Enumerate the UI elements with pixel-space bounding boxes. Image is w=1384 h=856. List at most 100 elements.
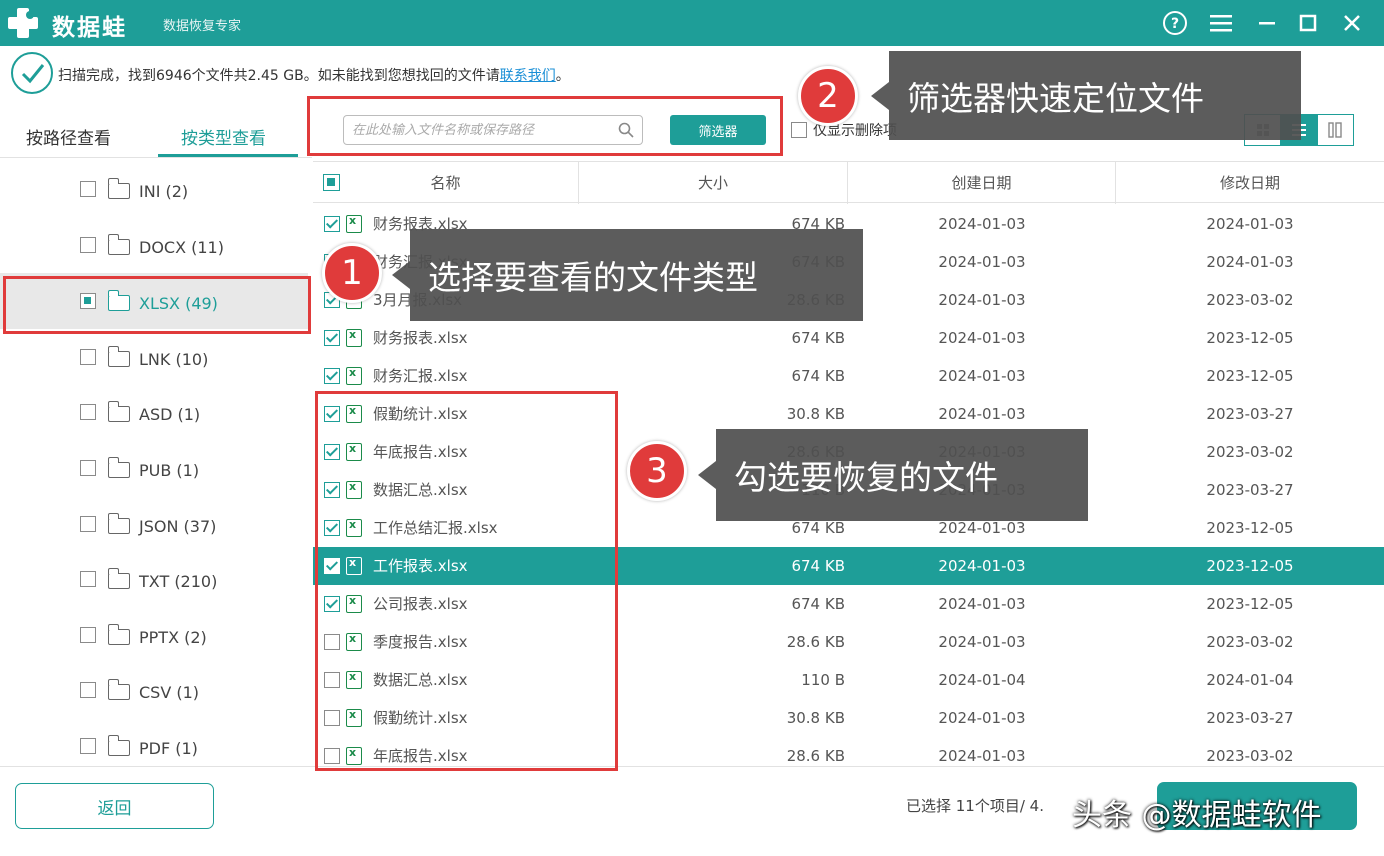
row-checkbox[interactable] [324,482,340,498]
contact-us-link[interactable]: 联系我们 [500,68,556,84]
maximize-icon[interactable] [1294,9,1322,37]
file-name: 财务汇报.xlsx [373,367,468,385]
file-type-label: PUB (1) [139,461,200,480]
file-type-item[interactable]: ASD (1) [0,384,308,440]
file-size: 30.8 KB [786,709,845,727]
file-type-checkbox[interactable] [80,682,96,698]
tab-by-path[interactable]: 按路径查看 [26,124,111,149]
file-type-label: PDF (1) [139,739,198,758]
column-name[interactable]: 名称 [313,162,579,204]
svg-text:?: ? [1171,16,1179,32]
folder-icon [107,568,130,589]
file-type-item[interactable]: CSV (1) [0,662,308,718]
file-type-item-selected[interactable]: XLSX (49) [0,273,308,329]
file-created-date: 2024-01-03 [938,747,1026,765]
file-modified-date: 2023-03-02 [1206,291,1294,309]
file-type-item[interactable]: PUB (1) [0,440,308,496]
file-type-item[interactable]: INI (2) [0,161,308,217]
file-modified-date: 2023-12-05 [1206,595,1294,613]
detail-view-icon[interactable] [1318,115,1353,145]
table-row[interactable]: 财务汇报.xlsx 674 KB 2024-01-03 2023-12-05 [313,357,1384,395]
file-created-date: 2024-01-03 [938,253,1026,271]
column-modified[interactable]: 修改日期 [1116,162,1384,204]
row-checkbox[interactable] [324,672,340,688]
file-type-item[interactable]: DOCX (11) [0,217,308,273]
recover-button[interactable] [1157,782,1357,830]
table-row[interactable]: 财务报表.xlsx 674 KB 2024-01-03 2023-12-05 [313,319,1384,357]
row-checkbox[interactable] [324,520,340,536]
file-modified-date: 2023-12-05 [1206,329,1294,347]
close-icon[interactable] [1338,9,1366,37]
row-checkbox[interactable] [324,368,340,384]
file-type-checkbox[interactable] [80,349,96,365]
only-deleted-checkbox[interactable] [791,122,807,138]
select-all-checkbox[interactable] [323,174,340,191]
file-created-date: 2024-01-03 [938,709,1026,727]
minimize-icon[interactable] [1253,9,1281,37]
file-size: 674 KB [791,367,845,385]
row-checkbox[interactable] [324,558,340,574]
folder-icon [107,735,130,756]
excel-file-icon [346,670,362,689]
row-checkbox[interactable] [324,748,340,764]
table-row[interactable]: 假勤统计.xlsx 30.8 KB 2024-01-03 2023-03-27 [313,699,1384,737]
file-type-checkbox[interactable] [80,627,96,643]
column-created[interactable]: 创建日期 [848,162,1116,204]
column-size[interactable]: 大小 [579,162,848,204]
file-created-date: 2024-01-03 [938,367,1026,385]
file-type-checkbox[interactable] [80,460,96,476]
tab-by-type[interactable]: 按类型查看 [181,124,266,149]
file-modified-date: 2024-01-03 [1206,215,1294,233]
file-modified-date: 2023-12-05 [1206,519,1294,537]
file-type-checkbox[interactable] [80,404,96,420]
help-icon[interactable]: ? [1161,9,1189,37]
table-row[interactable]: 公司报表.xlsx 674 KB 2024-01-03 2023-12-05 [313,585,1384,623]
file-type-item[interactable]: TXT (210) [0,551,308,607]
row-checkbox[interactable] [324,406,340,422]
file-type-label: TXT (210) [139,572,218,591]
excel-file-icon [346,708,362,727]
file-type-checkbox[interactable] [80,181,96,197]
row-checkbox[interactable] [324,330,340,346]
table-row[interactable]: 年底报告.xlsx 28.6 KB 2024-01-03 2023-03-02 [313,737,1384,775]
search-input[interactable] [352,120,612,140]
excel-file-icon [346,442,362,461]
filter-button[interactable]: 筛选器 [670,115,766,145]
column-name-label: 名称 [430,174,461,192]
row-checkbox[interactable] [324,634,340,650]
file-size: 674 KB [791,557,845,575]
excel-file-icon [346,366,362,385]
menu-icon[interactable] [1207,9,1235,37]
row-checkbox[interactable] [324,444,340,460]
excel-file-icon [346,746,362,765]
table-row[interactable]: 数据汇总.xlsx 110 B 2024-01-04 2024-01-04 [313,661,1384,699]
table-row[interactable]: 假勤统计.xlsx 30.8 KB 2024-01-03 2023-03-27 [313,395,1384,433]
search-box [343,115,643,145]
table-row[interactable]: 季度报告.xlsx 28.6 KB 2024-01-03 2023-03-02 [313,623,1384,661]
row-checkbox[interactable] [324,710,340,726]
file-type-item[interactable]: PPTX (2) [0,607,308,663]
file-type-item[interactable]: LNK (10) [0,329,308,385]
back-button[interactable]: 返回 [15,783,214,829]
file-size: 28.6 KB [786,747,845,765]
file-modified-date: 2024-01-04 [1206,671,1294,689]
search-icon[interactable] [618,122,634,138]
table-row[interactable]: 工作报表.xlsx 674 KB 2024-01-03 2023-12-05 [313,547,1384,585]
file-type-checkbox[interactable] [80,516,96,532]
file-type-checkbox[interactable] [80,738,96,754]
folder-icon [107,457,130,478]
file-name: 年底报告.xlsx [373,747,468,765]
file-type-list: INI (2) DOCX (11) XLSX (49) LNK (10) ASD… [0,158,312,766]
file-name: 季度报告.xlsx [373,633,468,651]
file-created-date: 2024-01-04 [938,671,1026,689]
only-deleted-toggle[interactable]: 仅显示删除项 [791,120,897,140]
file-created-date: 2024-01-03 [938,595,1026,613]
file-name: 假勤统计.xlsx [373,405,468,423]
file-type-checkbox[interactable] [80,293,96,309]
row-checkbox[interactable] [324,216,340,232]
folder-icon [107,513,130,534]
file-type-item[interactable]: JSON (37) [0,496,308,552]
file-type-checkbox[interactable] [80,571,96,587]
file-type-checkbox[interactable] [80,237,96,253]
row-checkbox[interactable] [324,596,340,612]
